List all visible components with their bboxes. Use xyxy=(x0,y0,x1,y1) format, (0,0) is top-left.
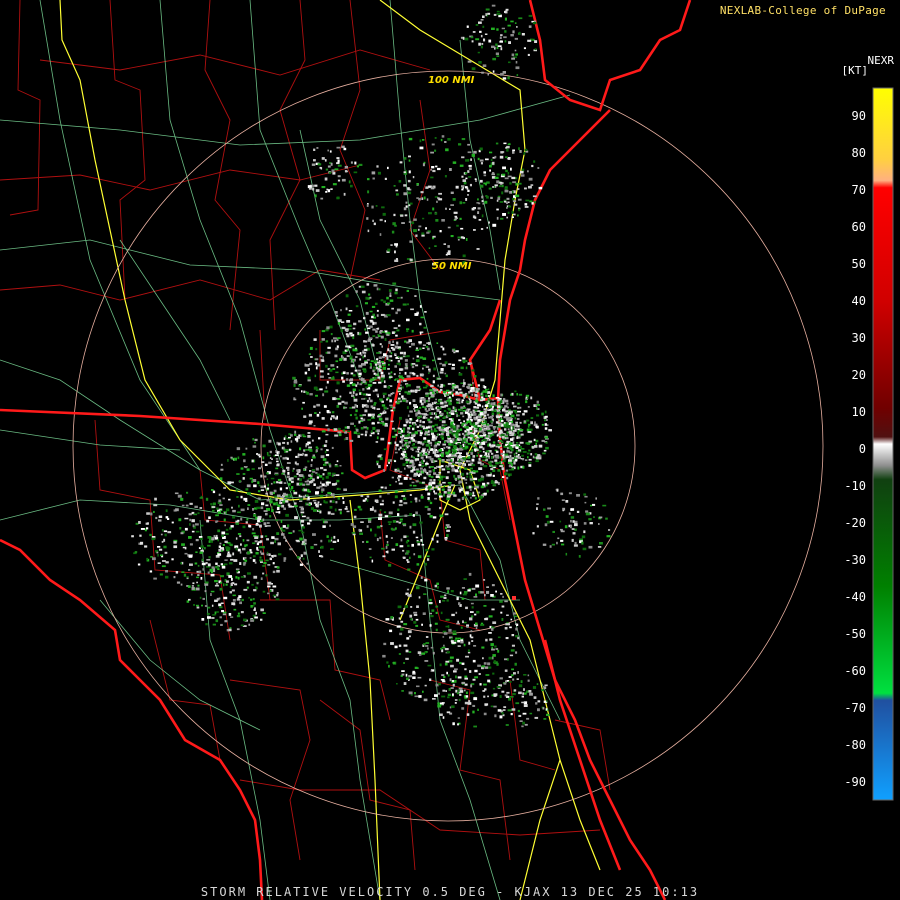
legend-product-label: NEXR xyxy=(867,54,895,67)
legend-tick-label: -30 xyxy=(844,553,866,567)
legend-tick-label: 60 xyxy=(852,220,866,234)
legend-tick-label: -70 xyxy=(844,701,866,715)
legend-tick-label: 90 xyxy=(852,109,866,123)
product-caption: STORM RELATIVE VELOCITY 0.5 DEG - KJAX 1… xyxy=(200,885,700,899)
legend-tick-label: 20 xyxy=(852,368,866,382)
nexlab-credit[interactable]: NEXLAB-College of DuPage xyxy=(720,4,886,17)
range-label-100: 100 NMI xyxy=(428,75,475,86)
legend-tick-label: 10 xyxy=(852,405,866,419)
legend-tick-label: 40 xyxy=(852,294,866,308)
legend-tick-label: -80 xyxy=(844,738,866,752)
legend-color-bar xyxy=(872,87,894,801)
legend-tick-label: 80 xyxy=(852,146,866,160)
legend-tick-label: 30 xyxy=(852,331,866,345)
legend-tick-label: -60 xyxy=(844,664,866,678)
legend-tick-label: -90 xyxy=(844,775,866,789)
legend-tick-label: 50 xyxy=(852,257,866,271)
legend-tick-label: 0 xyxy=(859,442,866,456)
legend-tick-label: -20 xyxy=(844,516,866,530)
radar-map: 100 NMI 50 NMI 90 80 70 60 50 40 30 20 10 0 -10 -20… xyxy=(0,0,900,900)
legend-tick-label: -40 xyxy=(844,590,866,604)
range-label-50: 50 NMI xyxy=(432,261,472,272)
legend-tick-label: 70 xyxy=(852,183,866,197)
legend-unit-label: [KT] xyxy=(841,64,869,77)
legend-tick-label: -10 xyxy=(844,479,866,493)
legend-tick-label: -50 xyxy=(844,627,866,641)
